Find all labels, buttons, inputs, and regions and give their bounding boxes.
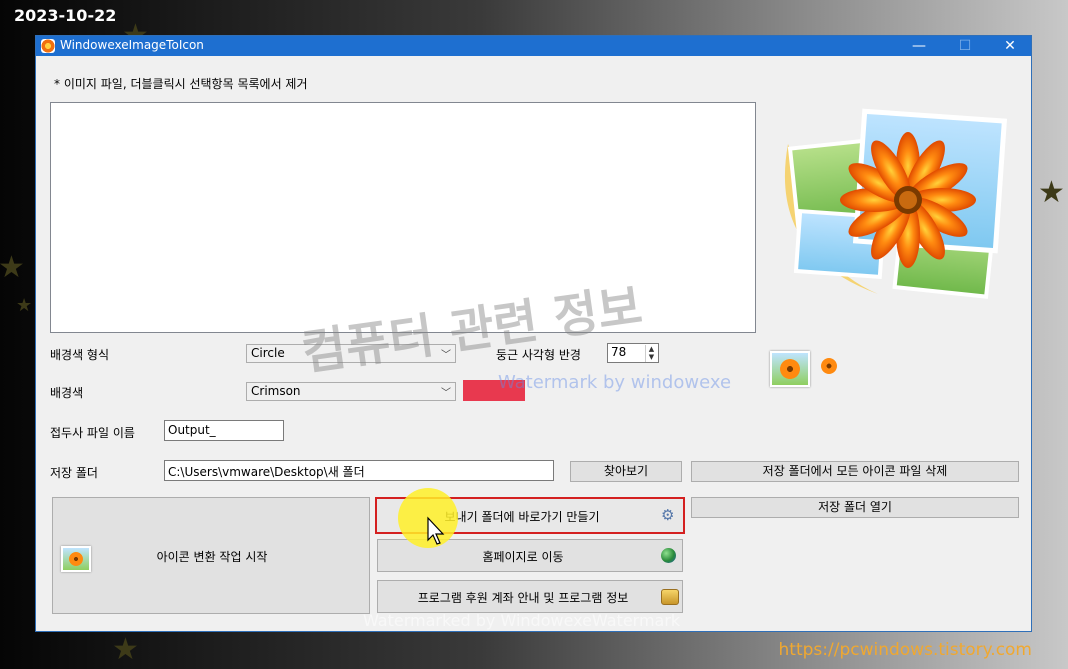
homepage-label: 홈페이지로 이동 <box>482 550 564 564</box>
start-convert-label: 아이콘 변환 작업 시작 <box>156 550 268 564</box>
prefix-label: 접두사 파일 이름 <box>50 426 135 440</box>
radius-value: 78 <box>611 345 627 359</box>
title-bar[interactable]: WindowexeImageToIcon — ☐ ✕ <box>36 36 1031 56</box>
bg-shape-value: Circle <box>251 346 285 360</box>
browse-button[interactable]: 찾아보기 <box>570 461 682 482</box>
radius-stepper[interactable]: 78 ▲ ▼ <box>607 343 659 363</box>
maximize-button[interactable]: ☐ <box>942 36 988 56</box>
icon-preview-small <box>821 358 837 374</box>
flower-preview-image <box>784 108 1008 299</box>
close-button[interactable]: ✕ <box>987 36 1033 56</box>
spin-arrows-icon[interactable]: ▲ ▼ <box>645 345 657 362</box>
watermark-bottom: Watermarked by WindowexeWatermark <box>363 611 681 630</box>
bg-color-value: Crimson <box>251 384 301 398</box>
delete-icons-button[interactable]: 저장 폴더에서 모든 아이콘 파일 삭제 <box>691 461 1019 482</box>
hint-text: * 이미지 파일, 더블클릭시 선택항목 목록에서 제거 <box>54 77 308 91</box>
star-decoration: ★ <box>112 632 139 667</box>
star-decoration: ★ <box>1038 175 1065 210</box>
minimize-button[interactable]: — <box>896 36 942 56</box>
prefix-input[interactable]: Output_ <box>164 420 284 441</box>
star-decoration: ★ <box>16 295 33 316</box>
coins-icon <box>661 589 679 605</box>
bg-color-select[interactable]: Crimson ﹀ <box>246 382 456 401</box>
watermark-sub: Watermark by windowexe <box>498 372 732 393</box>
flower-icon <box>41 39 55 53</box>
date-stamp: 2023-10-22 <box>14 6 117 25</box>
start-convert-button[interactable]: 아이콘 변환 작업 시작 <box>52 497 370 614</box>
bg-shape-label: 배경색 형식 <box>50 348 110 362</box>
open-folder-button[interactable]: 저장 폴더 열기 <box>691 497 1019 518</box>
gear-icon: ⚙ <box>661 506 675 524</box>
program-info-button[interactable]: 프로그램 후원 계좌 안내 및 프로그램 정보 <box>377 580 683 613</box>
prefix-value: Output_ <box>168 423 216 437</box>
mouse-pointer-icon <box>427 516 445 545</box>
globe-icon <box>661 548 676 563</box>
icon-preview-large <box>770 351 810 387</box>
folder-value: C:\Users\vmware\Desktop\새 폴더 <box>168 465 365 479</box>
program-info-label: 프로그램 후원 계좌 안내 및 프로그램 정보 <box>417 591 629 605</box>
site-url: https://pcwindows.tistory.com <box>778 640 1032 660</box>
folder-label: 저장 폴더 <box>50 466 98 480</box>
folder-input[interactable]: C:\Users\vmware\Desktop\새 폴더 <box>164 460 554 481</box>
bg-color-label: 배경색 <box>50 386 84 400</box>
window-title: WindowexeImageToIcon <box>60 38 204 52</box>
chevron-down-icon: ﹀ <box>441 388 451 399</box>
star-decoration: ★ <box>0 250 25 285</box>
